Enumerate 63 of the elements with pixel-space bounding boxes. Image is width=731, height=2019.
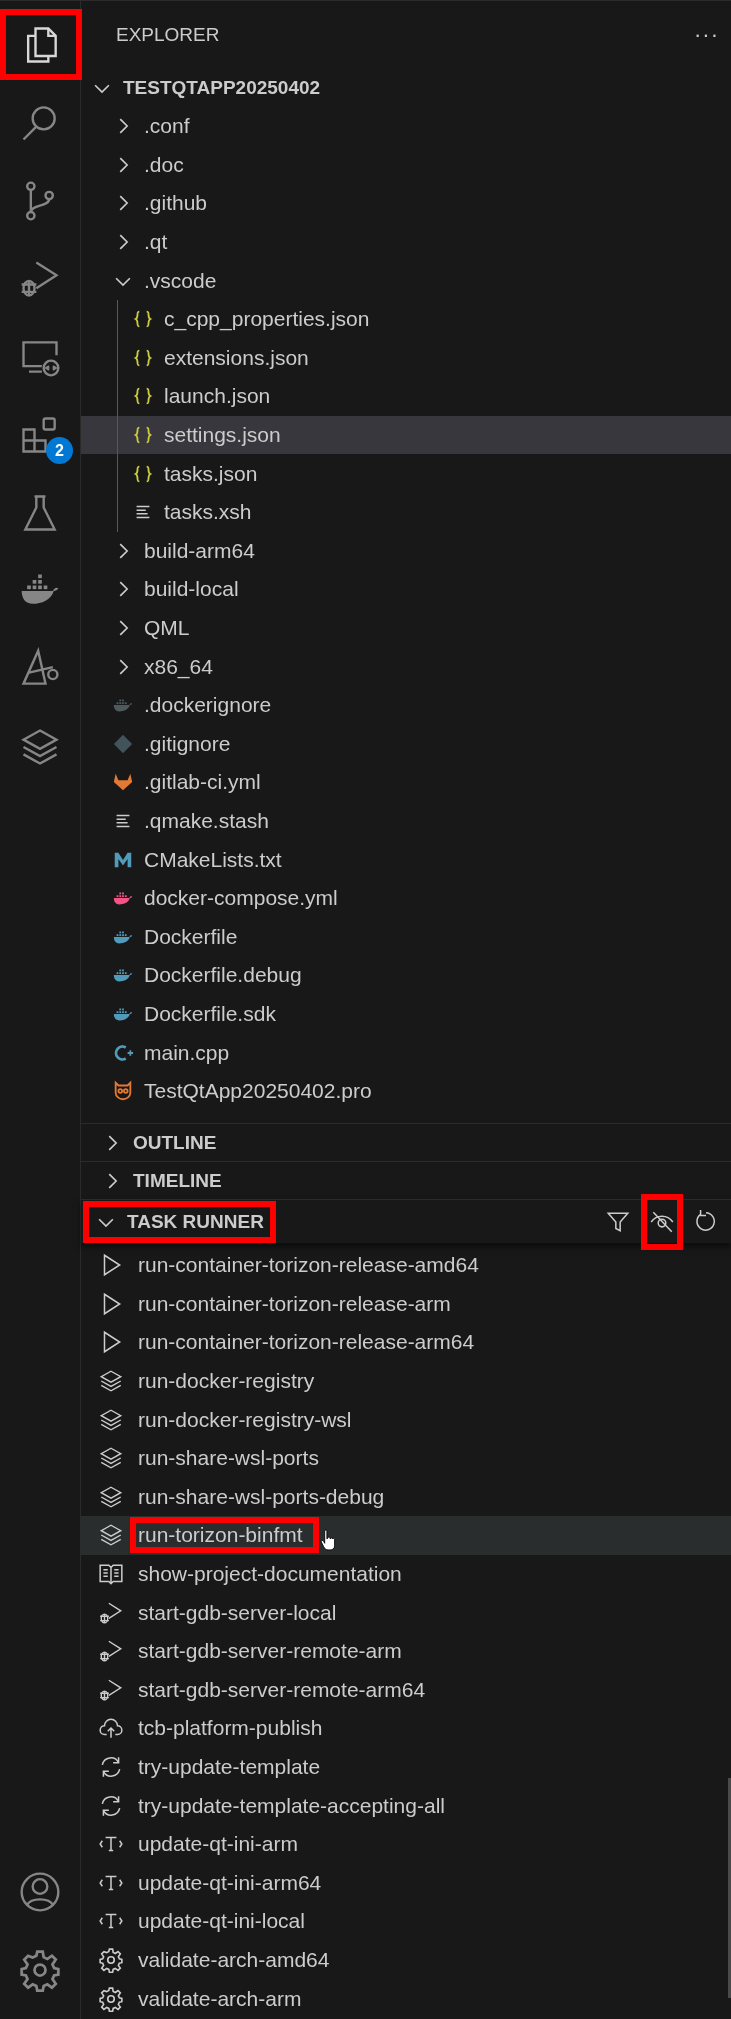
task-item[interactable]: update-qt-ini-arm64 (81, 1863, 731, 1903)
task-item[interactable]: run-torizon-binfmt (81, 1516, 731, 1555)
task-item[interactable]: run-docker-registry (81, 1361, 731, 1401)
file-row[interactable]: Dockerfile.sdk (81, 994, 731, 1034)
folder-row[interactable]: .qt (81, 222, 731, 262)
file-row[interactable]: .gitignore (81, 724, 731, 764)
section-header[interactable]: TASK RUNNER (83, 1200, 276, 1243)
task-item[interactable]: update-qt-ini-arm (81, 1824, 731, 1864)
file-row[interactable]: extensions.json (81, 338, 731, 378)
task-item[interactable]: start-gdb-server-remote-arm64 (81, 1670, 731, 1710)
file-row[interactable]: .gitlab-ci.yml (81, 763, 731, 802)
file-row[interactable]: TestQtApp20250402.pro (81, 1071, 731, 1111)
folder-row[interactable]: x86_64 (81, 647, 731, 686)
folder-row[interactable]: .conf (81, 107, 731, 146)
hand-pointer-icon (318, 1529, 337, 1552)
folder-row[interactable]: .doc (81, 145, 731, 185)
panel-title: EXPLORER (116, 24, 220, 46)
scrollbar-thumb[interactable] (728, 1778, 731, 1998)
file-row[interactable]: c_cpp_properties.json (81, 299, 731, 339)
file-row[interactable]: Dockerfile (81, 917, 731, 957)
activity-bar-button[interactable] (0, 9, 82, 80)
file-row[interactable]: .qmake.stash (81, 801, 731, 841)
file-row[interactable]: launch.json (81, 377, 731, 416)
folder-row[interactable]: build-local (81, 570, 731, 609)
gear-icon (98, 1947, 124, 1973)
task-item[interactable]: run-docker-registry-wsl (81, 1400, 731, 1439)
file-row[interactable]: settings.json (81, 415, 731, 455)
task-item[interactable]: run-container-torizon-release-arm (81, 1284, 731, 1324)
task-item[interactable]: run-share-wsl-ports (81, 1438, 731, 1478)
task-item[interactable]: validate-arch-amd64 (81, 1940, 731, 1980)
collapsed-section-header[interactable]: OUTLINE (81, 1123, 731, 1161)
task-item[interactable]: try-update-template (81, 1747, 731, 1787)
collapsed-section-header[interactable]: TIMELINE (81, 1161, 731, 1199)
task-item[interactable]: update-qt-ini-local (81, 1902, 731, 1941)
more-actions-button[interactable]: ··· (694, 22, 719, 48)
task-item[interactable]: run-share-wsl-ports-debug (81, 1477, 731, 1517)
task-item[interactable]: run-container-torizon-release-arm64 (81, 1323, 731, 1362)
task-item[interactable]: try-update-template-accepting-all (81, 1786, 731, 1825)
file-row[interactable]: .dockerignore (81, 685, 731, 725)
task-item[interactable]: tcb-platform-publish (81, 1709, 731, 1748)
folder-row[interactable]: .vscode (81, 261, 731, 300)
diamond-icon (112, 732, 134, 755)
file-row[interactable]: CMakeLists.txt (81, 840, 731, 879)
task-item[interactable]: run-container-torizon-release-amd64 (81, 1246, 731, 1285)
gear-icon (98, 1985, 124, 2012)
task-item[interactable]: show-project-documentation (81, 1554, 731, 1594)
file-row[interactable]: tasks.json (81, 454, 731, 493)
folder-row[interactable]: QML (81, 608, 731, 648)
folder-row[interactable]: build-arm64 (81, 531, 731, 571)
task-item[interactable]: start-gdb-server-local (81, 1593, 731, 1632)
workspace-root-row[interactable]: TESTQTAPP20250402 (81, 69, 731, 107)
count-badge: 2 (46, 437, 73, 464)
owl-icon (112, 1080, 134, 1103)
task-item[interactable]: validate-arch-arm (81, 1979, 731, 2018)
file-row[interactable]: main.cpp (81, 1033, 731, 1072)
file-row[interactable]: Dockerfile.debug (81, 956, 731, 995)
toolbar-button[interactable] (641, 1193, 683, 1250)
activity-bar-button[interactable]: 2 (4, 399, 76, 470)
file-row[interactable]: tasks.xsh (81, 492, 731, 532)
gear-icon (18, 1947, 62, 1992)
folder-row[interactable]: .github (81, 184, 731, 223)
file-row[interactable]: docker-compose.yml (81, 878, 731, 918)
task-item[interactable]: start-gdb-server-remote-arm (81, 1631, 731, 1671)
